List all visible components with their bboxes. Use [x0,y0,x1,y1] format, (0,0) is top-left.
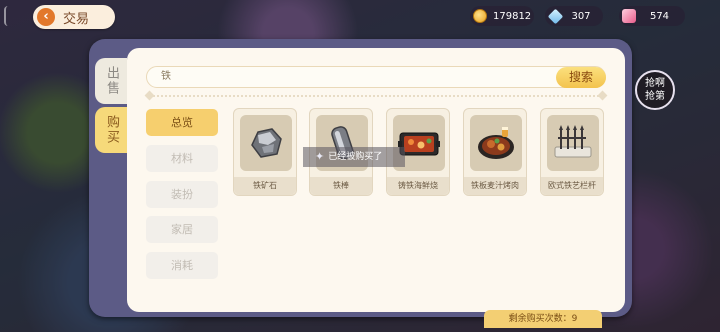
edge-decoration [4,6,12,26]
item-name: 铁棒 [310,177,372,195]
item-name: 铁矿石 [234,177,296,195]
item-card[interactable]: 铁板麦汁烤肉 [463,108,527,196]
grilled-meat-icon [470,115,522,171]
coin-counter[interactable]: 179812 [470,6,534,26]
item-card[interactable]: 铁矿石 [233,108,297,196]
grab-button[interactable]: 抢啊抢第 [635,70,675,110]
ruby-icon [622,9,636,23]
back-button[interactable]: ‹ 交易 [33,5,115,29]
category-outfits[interactable]: 装扮 [146,181,218,208]
search-input[interactable]: 铁 [146,66,606,88]
gem-counter[interactable]: 307 [545,6,603,26]
ruby-value: 574 [649,10,670,22]
iron-ore-icon [240,115,292,171]
back-arrow-icon: ‹ [37,8,55,26]
tab-buy[interactable]: 购买 [95,107,127,153]
search-button[interactable]: 搜索 [556,67,606,88]
coin-value: 179812 [493,10,532,22]
category-overview[interactable]: 总览 [146,109,218,136]
diamond-icon [547,8,564,24]
item-name: 铸铁海鲜烧 [387,177,449,195]
category-furniture[interactable]: 家居 [146,216,218,243]
gem-value: 307 [571,10,591,22]
divider [150,95,602,97]
ruby-counter[interactable]: 574 [619,6,685,26]
item-name: 欧式铁艺栏杆 [541,177,603,195]
tab-sell[interactable]: 出售 [95,58,127,104]
toast-text: 已经被购买了 [328,152,383,162]
category-materials[interactable]: 材料 [146,145,218,172]
coin-icon [473,9,487,23]
purchased-toast: ✦ 已经被购买了 [303,147,405,167]
category-consumables[interactable]: 消耗 [146,252,218,279]
item-card[interactable]: 欧式铁艺栏杆 [540,108,604,196]
page-title: 交易 [63,11,90,27]
remaining-purchases: 剩余购买次数：9 [484,310,602,328]
sparkle-icon: ✦ [315,150,325,163]
iron-railing-icon [547,115,599,171]
item-name: 铁板麦汁烤肉 [464,177,526,195]
